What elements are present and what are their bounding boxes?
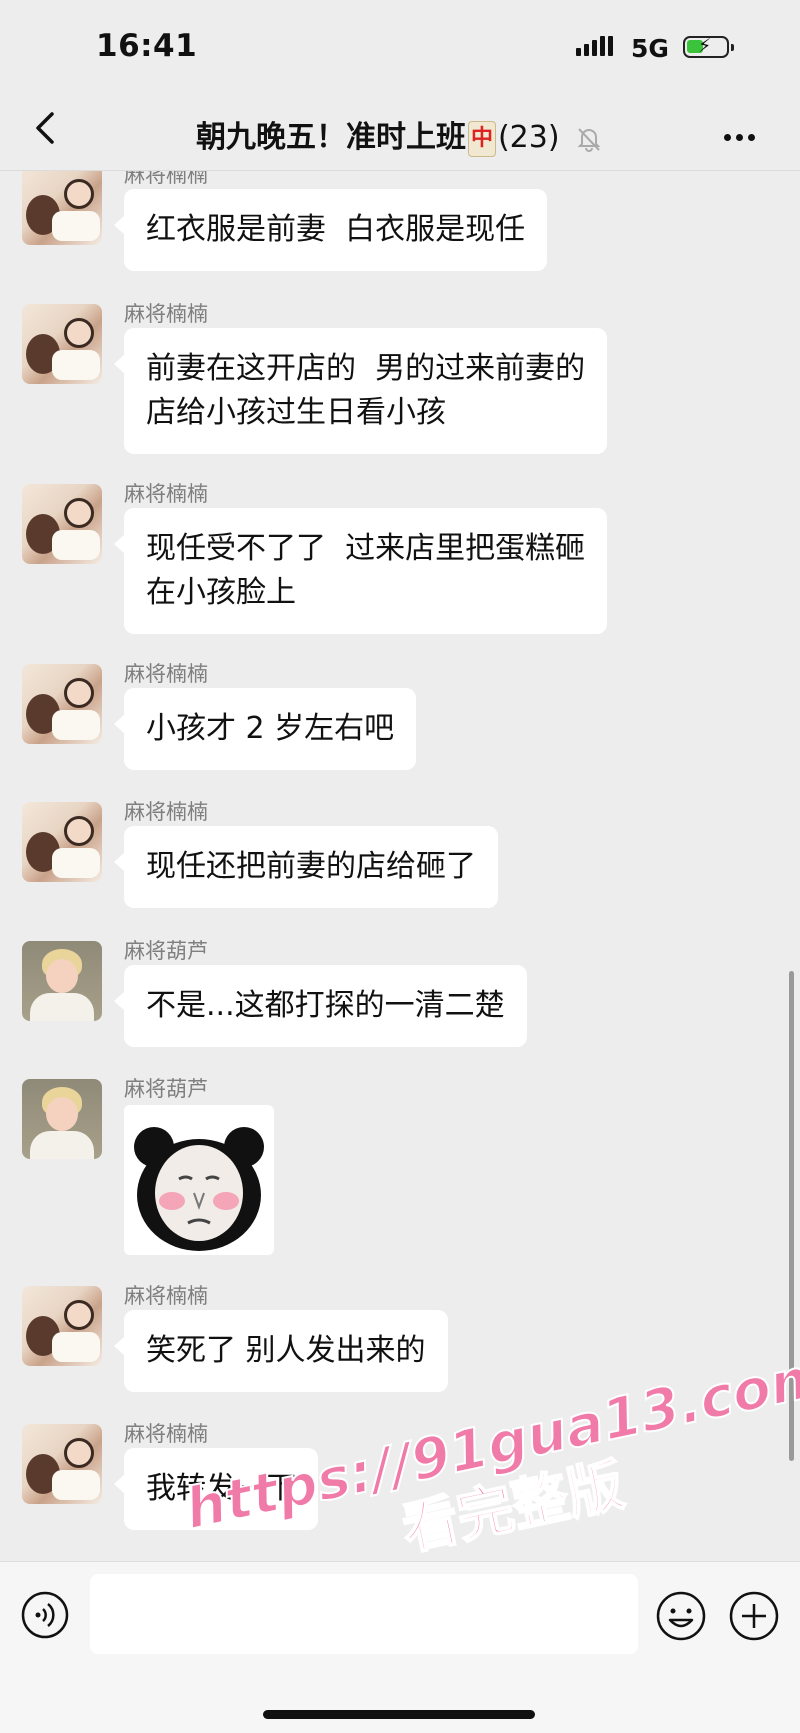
status-bar: 16:41 5G ⚡ bbox=[0, 0, 800, 96]
scrollbar[interactable] bbox=[789, 971, 794, 1461]
avatar[interactable] bbox=[22, 664, 102, 744]
battery-icon: ⚡ bbox=[683, 35, 734, 58]
message-bubble[interactable]: 不是...这都打探的一清二楚 bbox=[114, 965, 527, 1047]
message-bubble[interactable]: 我转发一下 bbox=[114, 1448, 318, 1530]
sender-name: 麻将楠楠 bbox=[124, 1422, 208, 1446]
message-bubble[interactable]: 现任还把前妻的店给砸了 bbox=[114, 826, 498, 908]
network-type: 5G bbox=[631, 34, 669, 63]
message-bubble[interactable]: 笑死了 别人发出来的 bbox=[114, 1310, 448, 1392]
sender-name: 麻将葫芦 bbox=[124, 939, 208, 963]
avatar[interactable] bbox=[22, 941, 102, 1021]
sender-name: 麻将葫芦 bbox=[124, 1077, 208, 1101]
sender-name: 麻将楠楠 bbox=[124, 662, 208, 686]
message-bubble[interactable]: 现任受不了了 过来店里把蛋糕砸 在小孩脸上 bbox=[113, 508, 608, 634]
message-list[interactable]: 麻将楠楠 红衣服是前妻 白衣服是现任 麻将楠楠 前妻在这开店的 男的过来前妻的 … bbox=[0, 171, 800, 1561]
avatar[interactable] bbox=[22, 802, 102, 882]
message-bubble[interactable]: 前妻在这开店的 男的过来前妻的 店给小孩过生日看小孩 bbox=[113, 328, 608, 454]
chat-title: 朝九晚五！准时上班中 (23) bbox=[0, 112, 800, 157]
avatar[interactable] bbox=[22, 171, 102, 245]
avatar[interactable] bbox=[22, 1079, 102, 1159]
group-name: 朝九晚五！准时上班 bbox=[195, 120, 466, 155]
sender-name: 麻将楠楠 bbox=[124, 302, 208, 326]
avatar[interactable] bbox=[22, 1286, 102, 1366]
sender-name: 麻将楠楠 bbox=[124, 1284, 208, 1308]
avatar[interactable] bbox=[22, 484, 102, 564]
mahjong-tile-icon: 中 bbox=[467, 120, 496, 157]
sender-name: 麻将楠楠 bbox=[124, 800, 208, 824]
message-bubble[interactable]: 小孩才 2 岁左右吧 bbox=[113, 688, 417, 770]
message-input[interactable] bbox=[90, 1574, 638, 1654]
input-bar bbox=[0, 1561, 800, 1733]
emoji-icon[interactable] bbox=[655, 1590, 707, 1642]
sender-name: 麻将楠楠 bbox=[124, 482, 208, 506]
voice-icon[interactable] bbox=[20, 1590, 70, 1640]
member-count: (23) bbox=[497, 120, 560, 155]
mute-bell-icon bbox=[577, 127, 601, 152]
status-time: 16:41 bbox=[96, 28, 198, 64]
plus-icon[interactable] bbox=[728, 1590, 780, 1642]
message-bubble[interactable]: 红衣服是前妻 白衣服是现任 bbox=[113, 189, 548, 271]
chat-header: 朝九晚五！准时上班中 (23) bbox=[0, 96, 800, 171]
signal-icon bbox=[576, 36, 616, 56]
more-icon[interactable] bbox=[724, 126, 760, 145]
sender-name: 麻将楠楠 bbox=[124, 171, 208, 187]
home-indicator bbox=[263, 1710, 535, 1719]
avatar[interactable] bbox=[22, 1424, 102, 1504]
panda-face-sticker[interactable] bbox=[124, 1105, 274, 1255]
avatar[interactable] bbox=[22, 304, 102, 384]
